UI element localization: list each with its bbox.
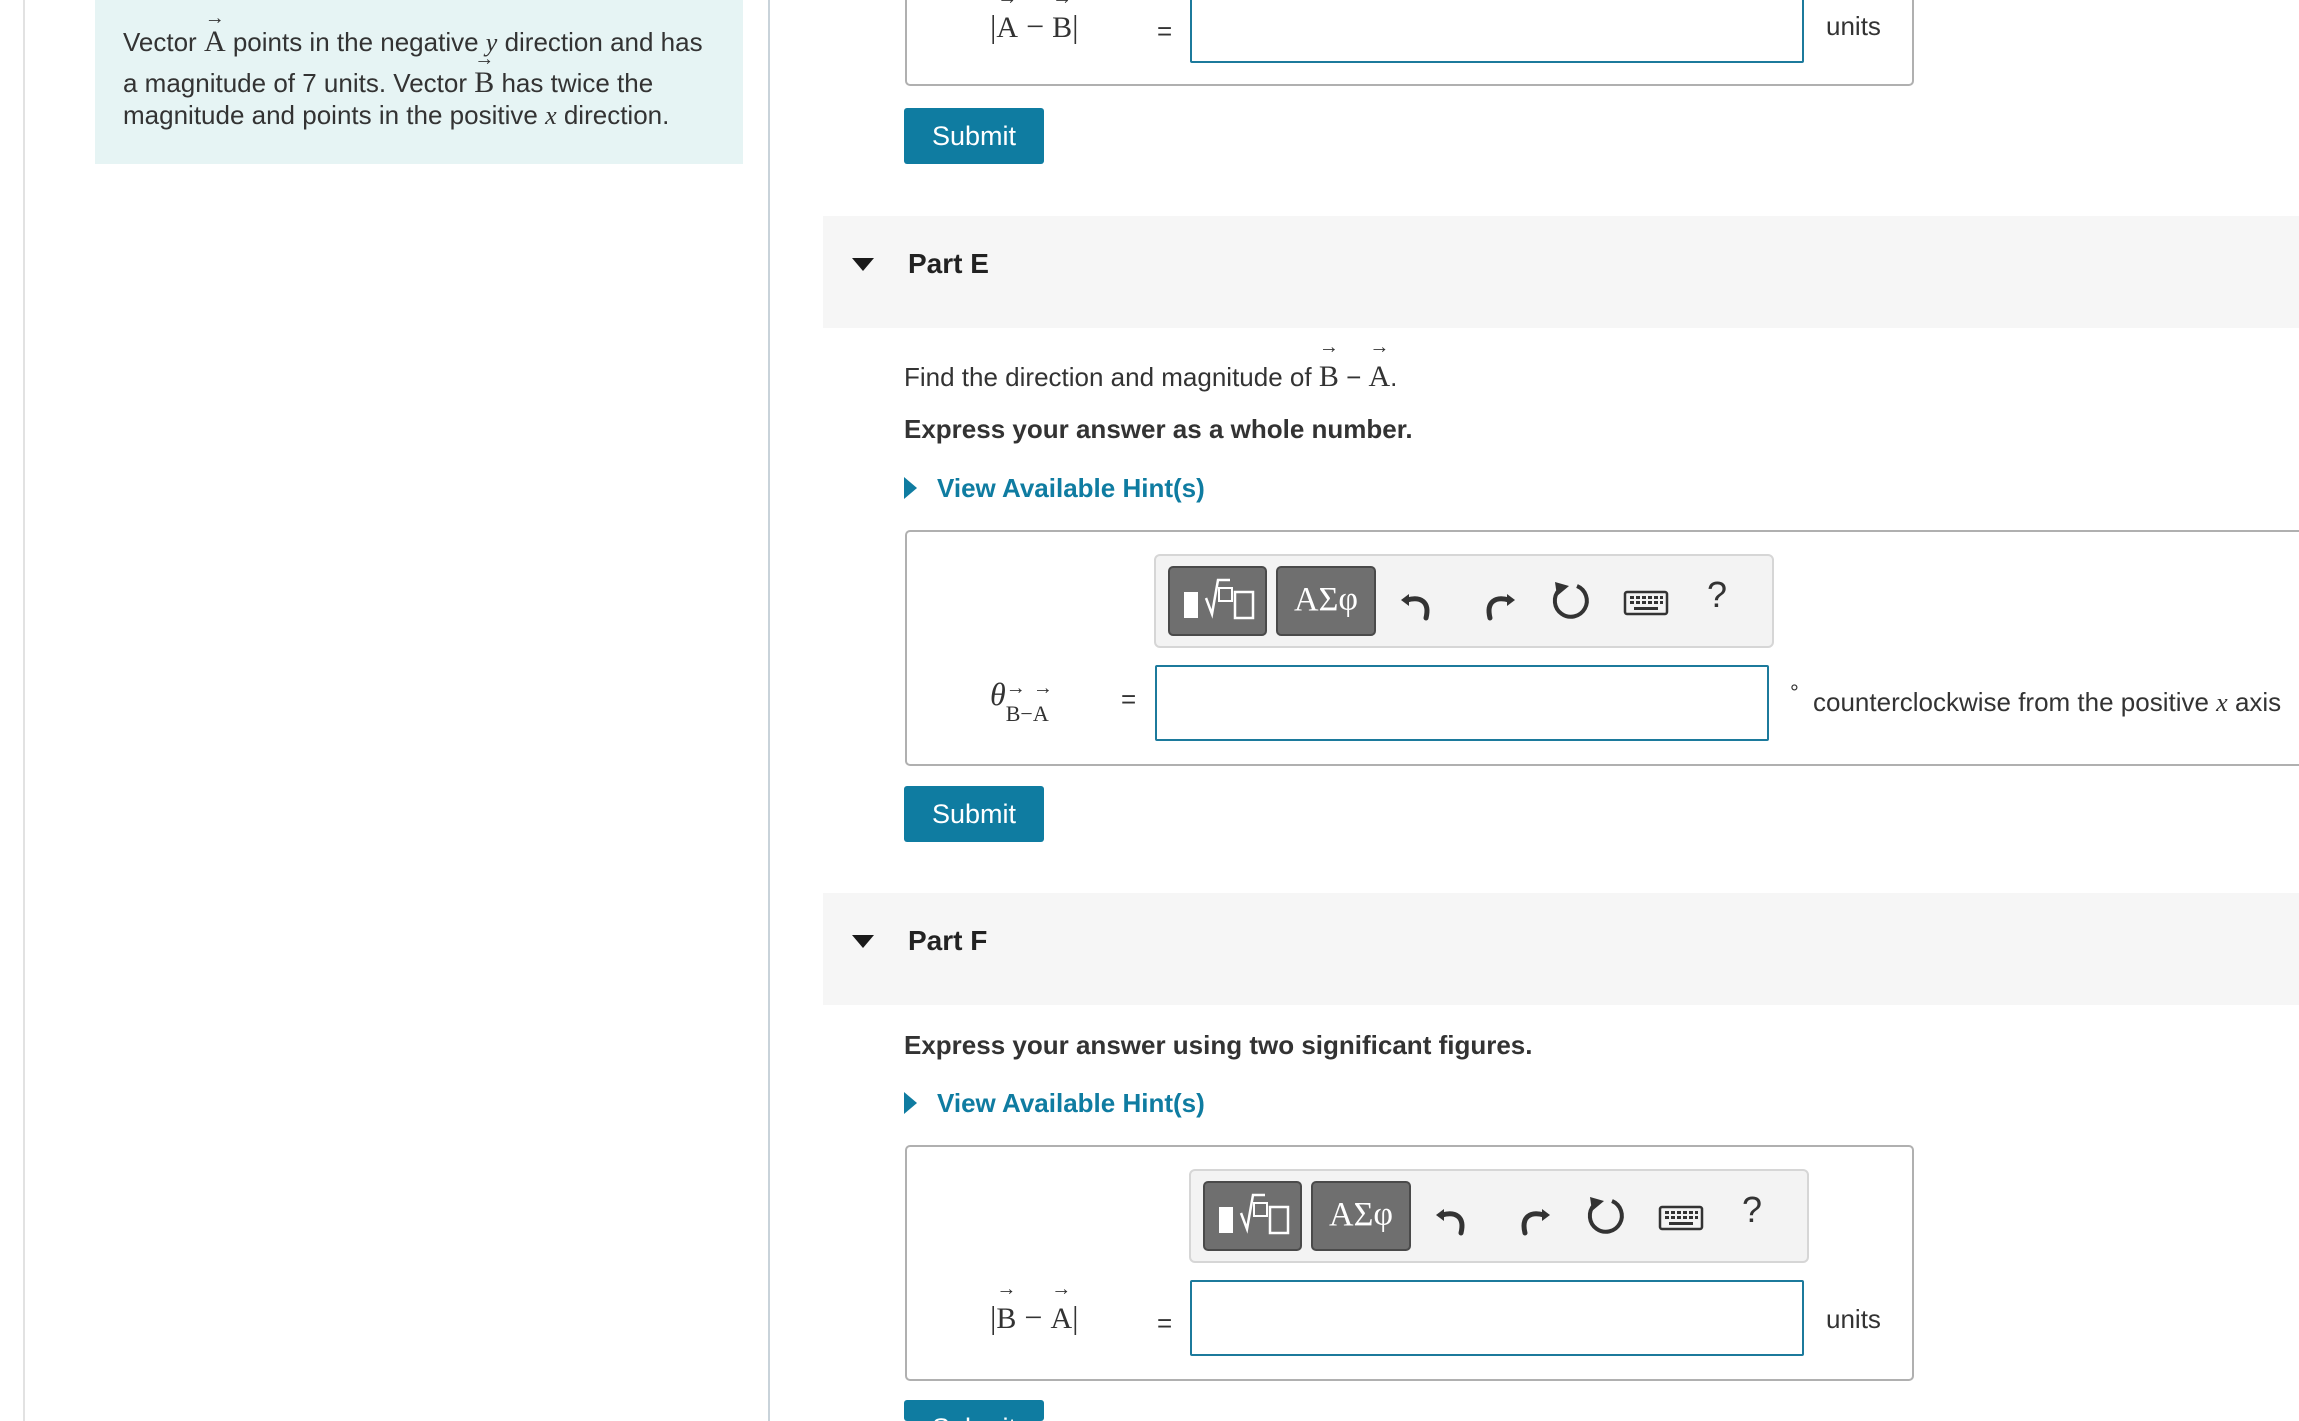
templates-icon	[1219, 1193, 1290, 1235]
vector-a: A	[204, 0, 226, 60]
part-f-lhs: |B − A|	[990, 1278, 1079, 1336]
collapse-caret-icon[interactable]	[852, 935, 874, 948]
keyboard-icon[interactable]	[1622, 578, 1672, 624]
part-f-instruction: Express your answer using two significan…	[904, 1030, 1533, 1060]
help-icon[interactable]: ?	[1707, 574, 1727, 616]
part-f-submit-button[interactable]: Submit	[904, 1400, 1044, 1421]
templates-icon	[1184, 578, 1255, 620]
part-e-instruction: Express your answer as a whole number.	[904, 414, 1413, 444]
templates-button[interactable]	[1203, 1181, 1302, 1251]
problem-line-1: Vector A points in the negative y direct…	[123, 0, 715, 61]
part-e-title: Part E	[908, 248, 989, 279]
collapse-caret-icon[interactable]	[852, 258, 874, 271]
templates-button[interactable]	[1168, 566, 1267, 636]
part-f-unit: units	[1826, 1304, 1881, 1334]
part-d-submit-button[interactable]: Submit	[904, 108, 1044, 164]
redo-icon[interactable]	[1509, 1193, 1555, 1239]
keyboard-icon[interactable]	[1657, 1193, 1707, 1239]
part-e-degree: °	[1790, 680, 1799, 705]
part-e-hint-link[interactable]: View Available Hint(s)	[904, 473, 1205, 504]
expand-triangle-icon	[904, 1092, 917, 1114]
greek-symbols-button[interactable]: ΑΣφ	[1276, 566, 1376, 636]
part-f-math-toolbar: ΑΣφ ?	[1189, 1169, 1809, 1263]
part-f-title: Part F	[908, 925, 988, 956]
greek-symbols-button[interactable]: ΑΣφ	[1311, 1181, 1411, 1251]
left-border	[23, 0, 25, 1421]
part-f-hint-link[interactable]: View Available Hint(s)	[904, 1088, 1205, 1119]
part-e-lhs: θB−A	[990, 676, 1049, 726]
help-icon[interactable]: ?	[1742, 1189, 1762, 1231]
problem-line-2: a magnitude of 7 units. Vector B has twi…	[123, 41, 715, 101]
problem-statement: Vector A points in the negative y direct…	[95, 0, 743, 164]
part-e-header[interactable]: Part E	[823, 216, 2299, 328]
part-f-equals: =	[1157, 1308, 1173, 1338]
part-e-unit: counterclockwise from the positive x axi…	[1813, 687, 2282, 717]
vector-b: B	[474, 41, 494, 101]
part-e-submit-button[interactable]: Submit	[904, 786, 1044, 842]
problem-line-3: magnitude and points in the positive x d…	[123, 100, 670, 130]
expand-triangle-icon	[904, 477, 917, 499]
part-d-answer-input[interactable]	[1190, 0, 1804, 63]
redo-icon[interactable]	[1474, 578, 1520, 624]
part-f-answer-input[interactable]	[1190, 1280, 1804, 1356]
part-e-math-toolbar: ΑΣφ ?	[1154, 554, 1774, 648]
part-f-header[interactable]: Part F	[823, 893, 2299, 1005]
part-d-lhs: |A − B|	[990, 0, 1079, 45]
part-e-answer-input[interactable]	[1155, 665, 1769, 741]
part-e-prompt: Find the direction and magnitude of B − …	[904, 336, 1397, 394]
part-d-unit: units	[1826, 11, 1881, 41]
reset-icon[interactable]	[1582, 1193, 1628, 1239]
part-d-equals: =	[1157, 16, 1173, 46]
undo-icon[interactable]	[1396, 578, 1442, 624]
undo-icon[interactable]	[1431, 1193, 1477, 1239]
column-divider	[768, 0, 770, 1421]
part-e-equals: =	[1121, 684, 1137, 714]
reset-icon[interactable]	[1547, 578, 1593, 624]
